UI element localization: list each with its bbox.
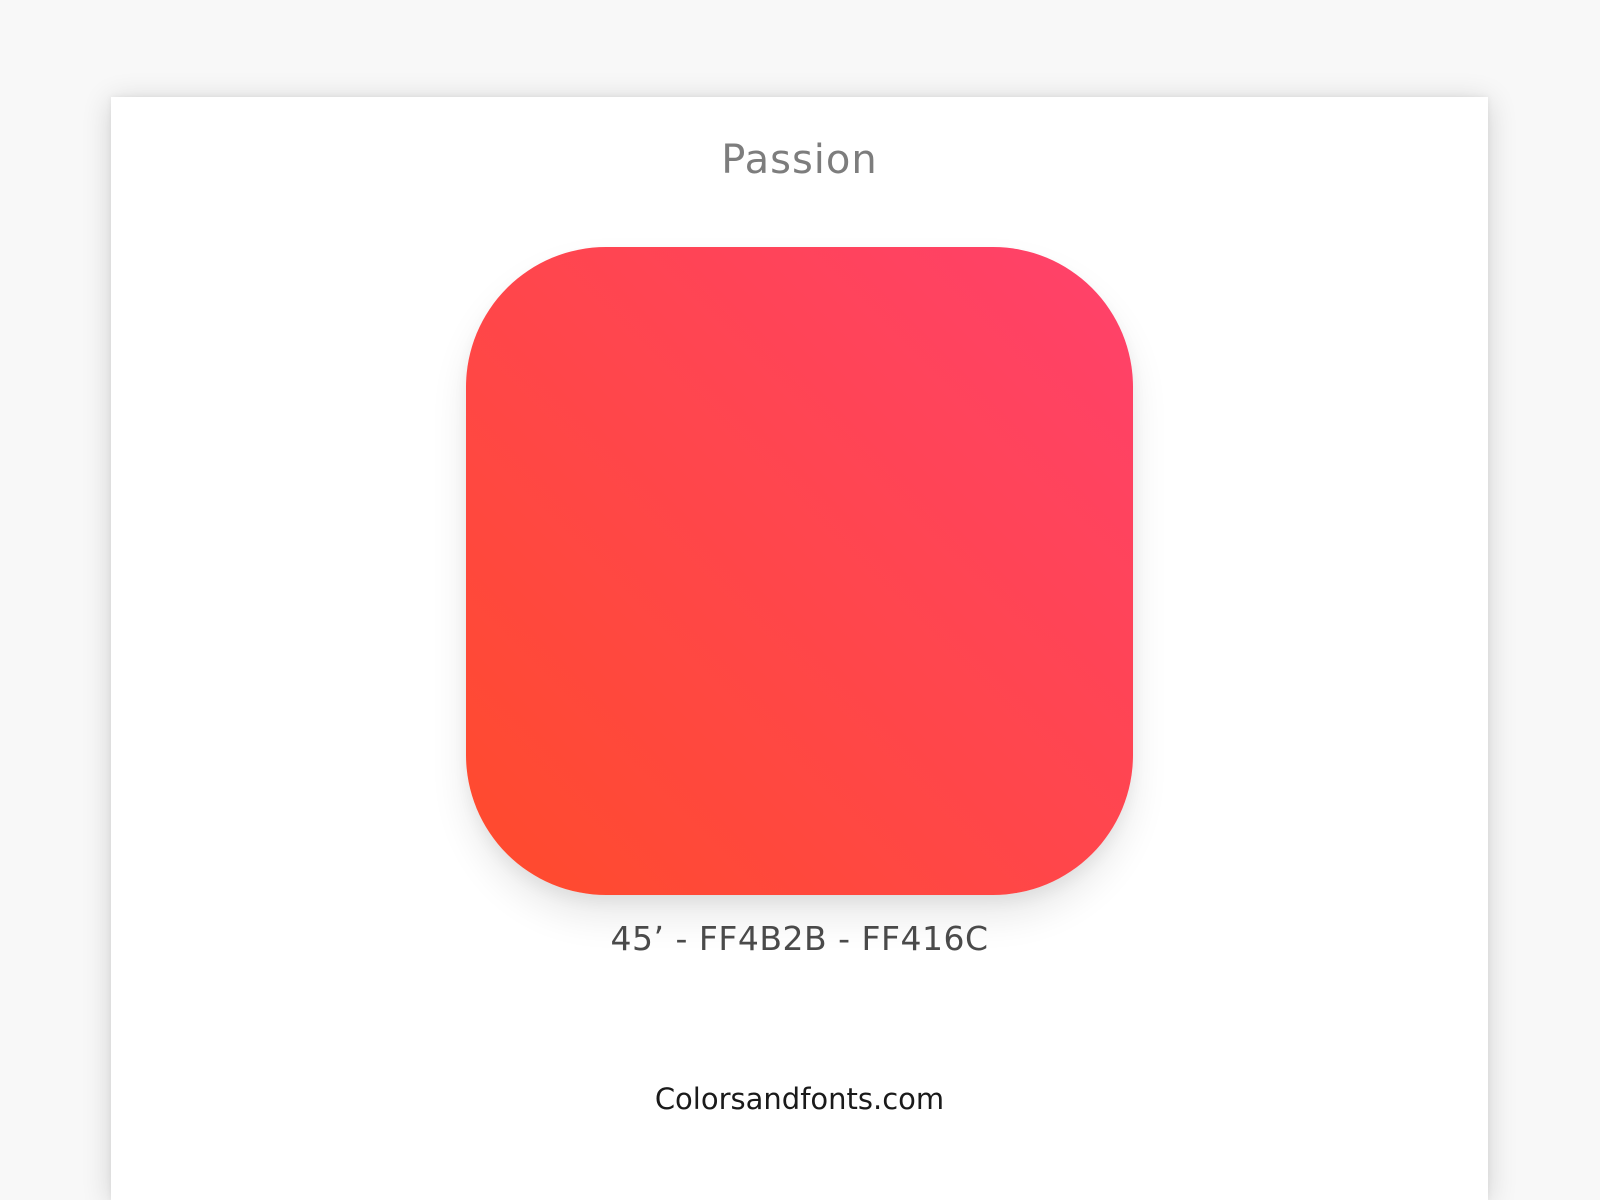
gradient-card: Passion 45’ - FF4B2B - FF416C Colorsandf… xyxy=(111,97,1488,1200)
gradient-swatch xyxy=(466,247,1133,895)
page-background: Passion 45’ - FF4B2B - FF416C Colorsandf… xyxy=(0,0,1600,1200)
gradient-name: Passion xyxy=(721,137,878,183)
site-name: Colorsandfonts.com xyxy=(654,1082,945,1116)
gradient-details: 45’ - FF4B2B - FF416C xyxy=(610,919,989,958)
